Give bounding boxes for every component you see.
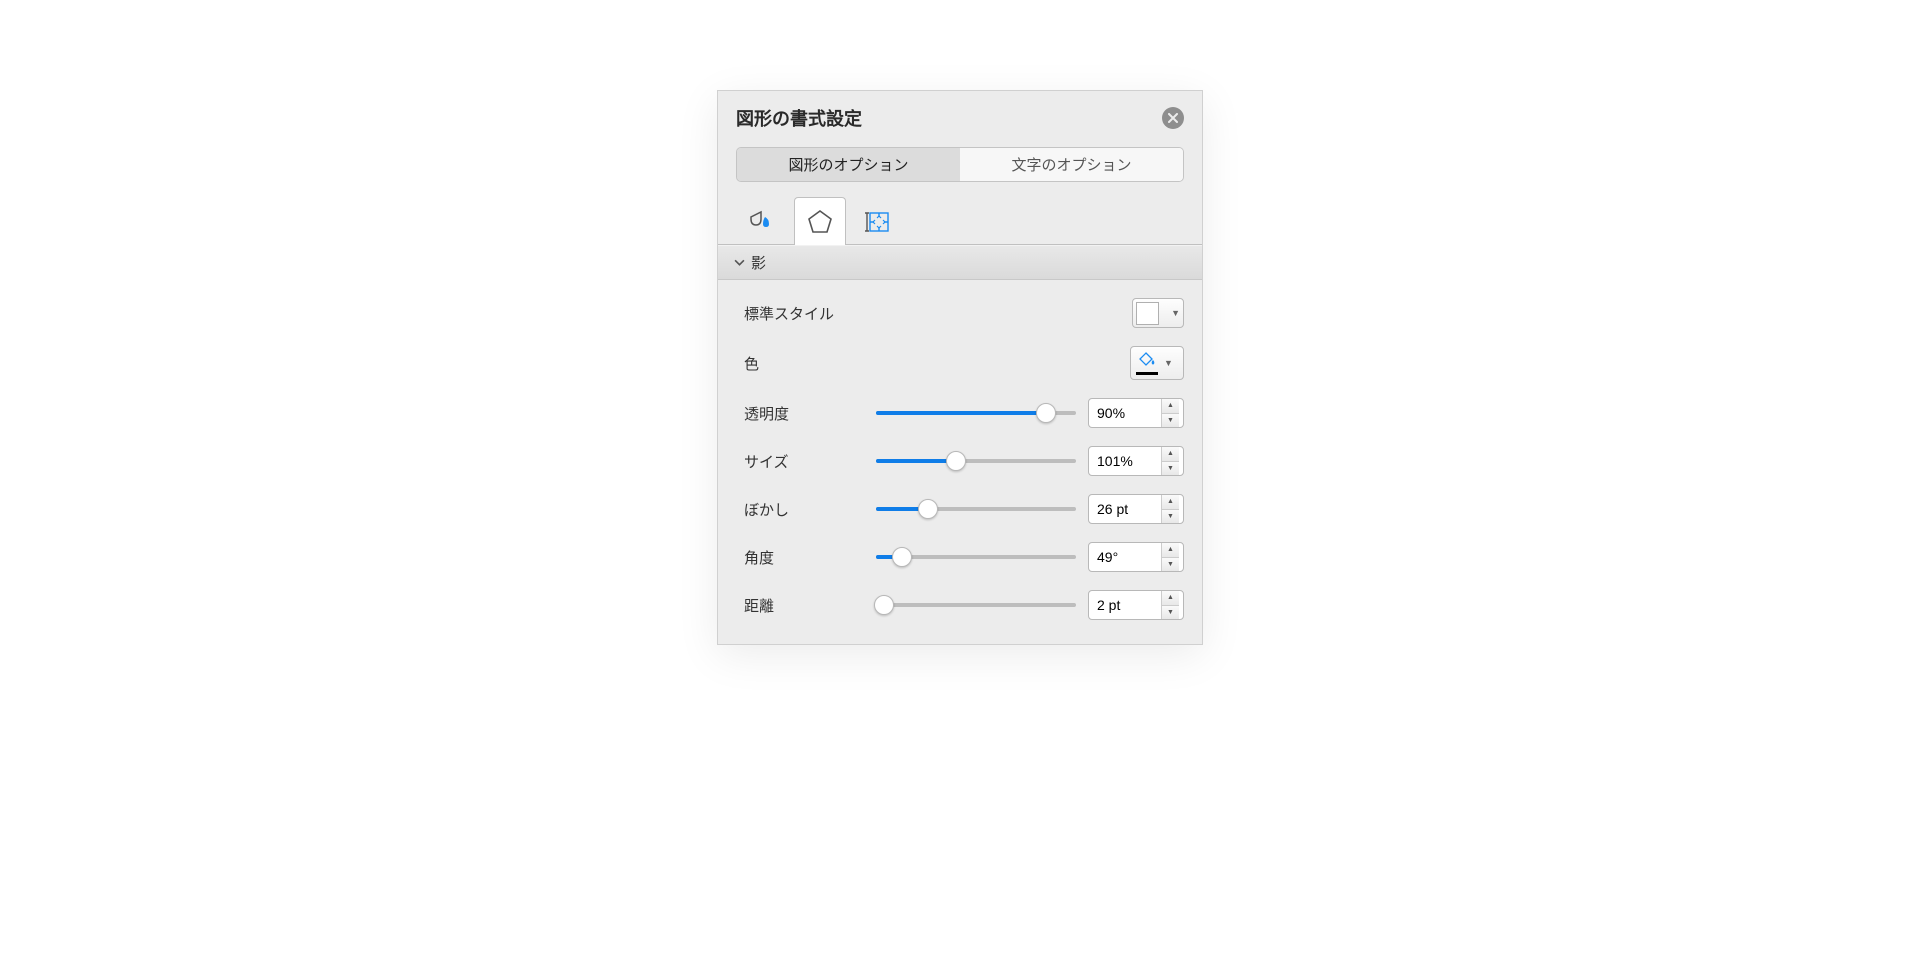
format-shape-panel: 図形の書式設定 図形のオプション 文字のオプション <box>717 90 1203 645</box>
size-label: サイズ <box>744 451 874 472</box>
angle-up-button[interactable]: ▲ <box>1162 543 1179 558</box>
transparency-label: 透明度 <box>744 403 874 424</box>
angle-spinner: ▲ ▼ <box>1088 542 1184 572</box>
preset-style-dropdown[interactable]: ▼ <box>1132 298 1184 328</box>
row-preset-style: 標準スタイル ▼ <box>744 298 1184 328</box>
size-down-button[interactable]: ▼ <box>1162 462 1179 476</box>
blur-slider[interactable] <box>876 499 1076 519</box>
blur-label: ぼかし <box>744 499 874 520</box>
pentagon-icon <box>805 207 835 237</box>
angle-input[interactable] <box>1089 543 1161 571</box>
angle-slider[interactable] <box>876 547 1076 567</box>
size-spinner: ▲ ▼ <box>1088 446 1184 476</box>
chevron-down-icon <box>734 257 745 268</box>
distance-spinner: ▲ ▼ <box>1088 590 1184 620</box>
blur-input[interactable] <box>1089 495 1161 523</box>
size-properties-icon <box>863 207 893 237</box>
style-swatch-icon <box>1136 302 1159 325</box>
close-button[interactable] <box>1162 107 1184 129</box>
color-dropdown[interactable]: ▼ <box>1130 346 1184 380</box>
blur-up-button[interactable]: ▲ <box>1162 495 1179 510</box>
row-angle: 角度 ▲ ▼ <box>744 542 1184 572</box>
color-bar-icon <box>1136 372 1158 375</box>
tab-text-options[interactable]: 文字のオプション <box>960 148 1183 181</box>
size-up-button[interactable]: ▲ <box>1162 447 1179 462</box>
panel-title: 図形の書式設定 <box>736 105 862 131</box>
transparency-slider[interactable] <box>876 403 1076 423</box>
chevron-down-icon: ▼ <box>1164 358 1173 368</box>
preset-style-label: 標準スタイル <box>744 303 874 324</box>
blur-down-button[interactable]: ▼ <box>1162 510 1179 524</box>
icon-tabs <box>718 196 1202 245</box>
angle-label: 角度 <box>744 547 874 568</box>
option-tabs: 図形のオプション 文字のオプション <box>736 147 1184 182</box>
distance-slider[interactable] <box>876 595 1076 615</box>
row-transparency: 透明度 ▲ ▼ <box>744 398 1184 428</box>
transparency-spinner: ▲ ▼ <box>1088 398 1184 428</box>
tab-shape-options[interactable]: 図形のオプション <box>737 148 960 181</box>
paint-bucket-icon <box>747 207 777 237</box>
color-label: 色 <box>744 353 874 374</box>
distance-input[interactable] <box>1089 591 1161 619</box>
row-color: 色 ▼ <box>744 346 1184 380</box>
transparency-up-button[interactable]: ▲ <box>1162 399 1179 414</box>
tab-size-properties[interactable] <box>852 197 904 245</box>
chevron-down-icon: ▼ <box>1171 308 1180 318</box>
section-shadow-body: 標準スタイル ▼ 色 <box>718 280 1202 644</box>
size-input[interactable] <box>1089 447 1161 475</box>
row-blur: ぼかし ▲ ▼ <box>744 494 1184 524</box>
distance-label: 距離 <box>744 595 874 616</box>
distance-down-button[interactable]: ▼ <box>1162 606 1179 620</box>
row-size: サイズ ▲ ▼ <box>744 446 1184 476</box>
transparency-down-button[interactable]: ▼ <box>1162 414 1179 428</box>
section-shadow-label: 影 <box>751 252 766 273</box>
panel-header: 図形の書式設定 <box>718 91 1202 147</box>
tab-fill-line[interactable] <box>736 197 788 245</box>
distance-up-button[interactable]: ▲ <box>1162 591 1179 606</box>
blur-spinner: ▲ ▼ <box>1088 494 1184 524</box>
transparency-input[interactable] <box>1089 399 1161 427</box>
row-distance: 距離 ▲ ▼ <box>744 590 1184 620</box>
angle-down-button[interactable]: ▼ <box>1162 558 1179 572</box>
paint-bucket-icon <box>1138 352 1156 371</box>
close-icon <box>1168 113 1178 123</box>
tab-effects[interactable] <box>794 197 846 245</box>
size-slider[interactable] <box>876 451 1076 471</box>
section-shadow-header[interactable]: 影 <box>718 245 1202 280</box>
